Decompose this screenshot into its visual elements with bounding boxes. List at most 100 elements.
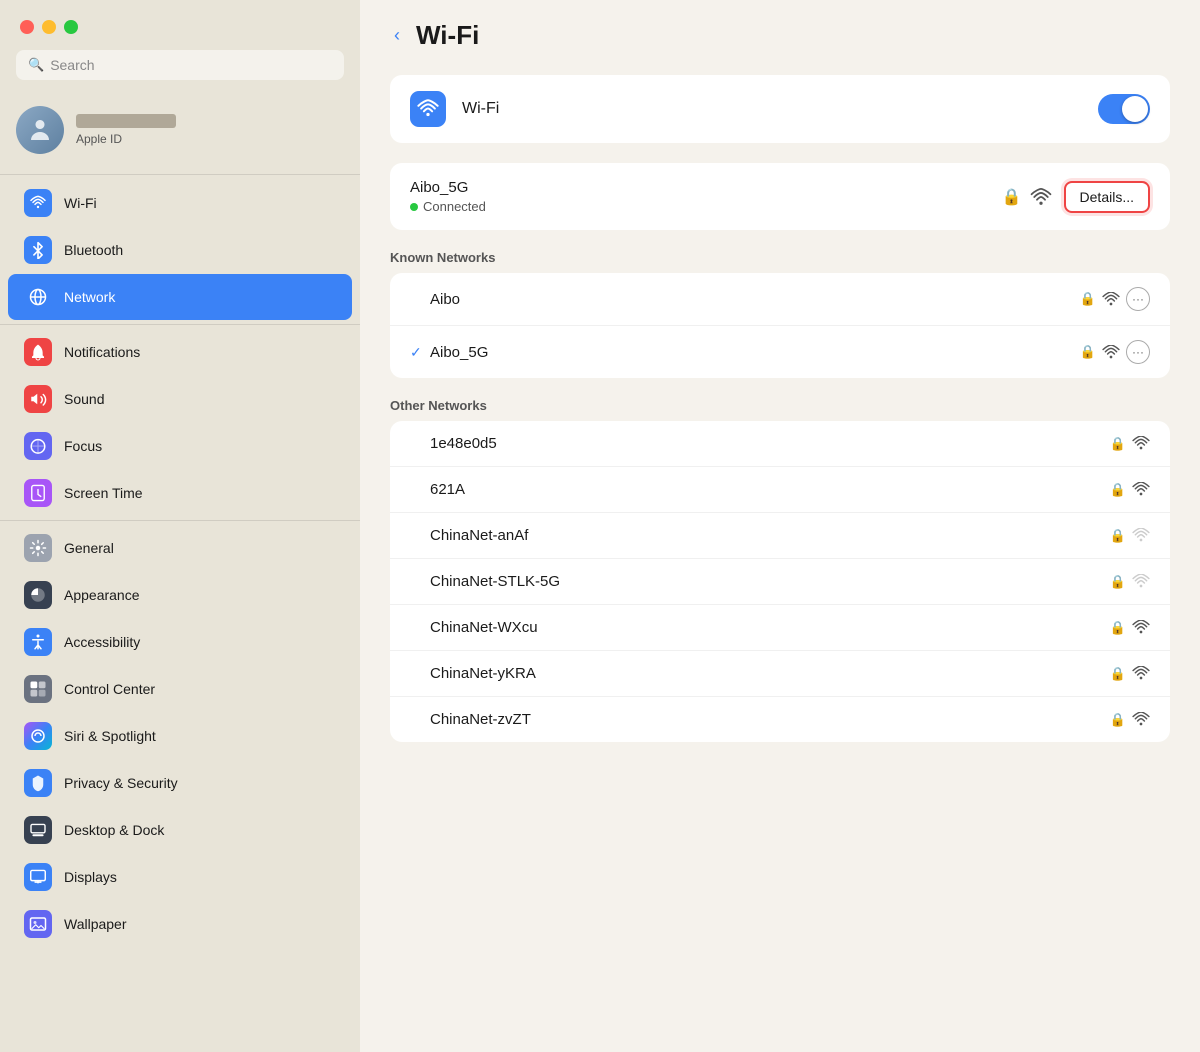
sidebar-item-privacy[interactable]: Privacy & Security <box>8 760 352 806</box>
sidebar-item-focus[interactable]: Focus <box>8 423 352 469</box>
network-row-name: ChinaNet-yKRA <box>430 665 1110 682</box>
connected-network: Aibo_5G Connected 🔒 Details... <box>410 179 1150 214</box>
maximize-button[interactable] <box>64 20 78 34</box>
network-row-icons: 🔒 <box>1110 666 1150 682</box>
other-network-row[interactable]: 621A 🔒 <box>390 467 1170 513</box>
network-row-icons: 🔒 <box>1110 712 1150 728</box>
focus-icon <box>24 432 52 460</box>
network-row-name: ChinaNet-WXcu <box>430 619 1110 636</box>
wifi-toggle-label: Wi-Fi <box>462 100 1082 118</box>
sidebar-item-label-accessibility: Accessibility <box>64 634 140 650</box>
sidebar-item-label-siri: Siri & Spotlight <box>64 728 156 744</box>
checkmark-1: ✓ <box>410 344 430 361</box>
wallpaper-icon <box>24 910 52 938</box>
lock-icon: 🔒 <box>1110 666 1126 682</box>
sidebar-item-accessibility[interactable]: Accessibility <box>8 619 352 665</box>
other-network-row[interactable]: ChinaNet-anAf 🔒 <box>390 513 1170 559</box>
lock-icon: 🔒 <box>1110 712 1126 728</box>
sidebar-item-desktopdock[interactable]: Desktop & Dock <box>8 807 352 853</box>
sidebar: 🔍 Search Apple ID Wi-Fi Bluetooth Networ… <box>0 0 360 1052</box>
sidebar-item-label-wifi: Wi-Fi <box>64 195 97 211</box>
network-row-icons: 🔒 ··· <box>1080 340 1150 364</box>
known-network-row[interactable]: ✓ Aibo_5G 🔒 ··· <box>390 326 1170 378</box>
accessibility-icon <box>24 628 52 656</box>
lock-icon: 🔒 <box>1002 187 1022 207</box>
lock-icon: 🔒 <box>1110 528 1126 544</box>
apple-id-section[interactable]: Apple ID <box>0 96 360 170</box>
wifi-icon-large <box>410 91 446 127</box>
connected-network-name-text: Aibo_5G <box>410 179 990 196</box>
sidebar-item-wifi[interactable]: Wi-Fi <box>8 180 352 226</box>
known-network-row[interactable]: Aibo 🔒 ··· <box>390 273 1170 326</box>
back-button[interactable]: ‹ <box>390 21 404 50</box>
wifi-icon <box>1132 574 1150 589</box>
divider-system <box>0 520 360 521</box>
close-button[interactable] <box>20 20 34 34</box>
screentime-icon <box>24 479 52 507</box>
apple-id-info: Apple ID <box>76 114 176 146</box>
wifi-toggle[interactable] <box>1098 94 1150 124</box>
sidebar-item-general[interactable]: General <box>8 525 352 571</box>
displays-icon <box>24 863 52 891</box>
lock-icon: 🔒 <box>1080 344 1096 360</box>
known-networks-title: Known Networks <box>390 250 1170 265</box>
sidebar-item-network[interactable]: Network <box>8 274 352 320</box>
window-controls <box>0 0 360 50</box>
page-title: Wi-Fi <box>416 20 479 51</box>
wifi-icon <box>1132 620 1150 635</box>
apple-id-name-blurred <box>76 114 176 128</box>
page-header: ‹ Wi-Fi <box>390 20 1170 51</box>
connected-network-name: Aibo_5G Connected <box>410 179 990 214</box>
sidebar-item-label-appearance: Appearance <box>64 587 140 603</box>
sidebar-item-label-network: Network <box>64 289 115 305</box>
network-row-name: ChinaNet-STLK-5G <box>430 573 1110 590</box>
toggle-knob <box>1122 96 1148 122</box>
connected-network-icons: 🔒 <box>1002 187 1052 207</box>
sidebar-item-appearance[interactable]: Appearance <box>8 572 352 618</box>
lock-icon: 🔒 <box>1110 620 1126 636</box>
wifi-icon <box>1132 712 1150 727</box>
other-network-row[interactable]: ChinaNet-WXcu 🔒 <box>390 605 1170 651</box>
sidebar-item-screentime[interactable]: Screen Time <box>8 470 352 516</box>
network-row-icons: 🔒 ··· <box>1080 287 1150 311</box>
sidebar-item-bluetooth[interactable]: Bluetooth <box>8 227 352 273</box>
sidebar-item-siri[interactable]: Siri & Spotlight <box>8 713 352 759</box>
other-network-row[interactable]: ChinaNet-STLK-5G 🔒 <box>390 559 1170 605</box>
other-network-row[interactable]: ChinaNet-yKRA 🔒 <box>390 651 1170 697</box>
sidebar-item-label-desktopdock: Desktop & Dock <box>64 822 164 838</box>
other-networks-list: 1e48e0d5 🔒 621A 🔒 ChinaNet-anAf <box>390 421 1170 742</box>
sidebar-item-label-general: General <box>64 540 114 556</box>
other-network-row[interactable]: ChinaNet-zvZT 🔒 <box>390 697 1170 742</box>
sidebar-item-controlcenter[interactable]: Control Center <box>8 666 352 712</box>
network-row-icons: 🔒 <box>1110 620 1150 636</box>
search-placeholder: Search <box>50 57 94 73</box>
apple-id-label: Apple ID <box>76 132 176 146</box>
network-row-name: Aibo <box>430 291 1080 308</box>
main-content: ‹ Wi-Fi Wi-Fi Aibo_5G Connected <box>360 0 1200 1052</box>
sidebar-item-label-sound: Sound <box>64 391 104 407</box>
search-bar[interactable]: 🔍 Search <box>16 50 344 80</box>
details-button[interactable]: Details... <box>1064 181 1150 213</box>
divider-media <box>0 324 360 325</box>
more-button[interactable]: ··· <box>1126 340 1150 364</box>
general-icon <box>24 534 52 562</box>
sound-icon <box>24 385 52 413</box>
network-row-name: 1e48e0d5 <box>430 435 1110 452</box>
network-row-name: Aibo_5G <box>430 344 1080 361</box>
network-row-icons: 🔒 <box>1110 482 1150 498</box>
network-row-icons: 🔒 <box>1110 436 1150 452</box>
sidebar-item-sound[interactable]: Sound <box>8 376 352 422</box>
notifications-icon <box>24 338 52 366</box>
wifi-toggle-section: Wi-Fi <box>390 75 1170 143</box>
other-network-row[interactable]: 1e48e0d5 🔒 <box>390 421 1170 467</box>
more-button[interactable]: ··· <box>1126 287 1150 311</box>
status-dot <box>410 203 418 211</box>
network-status: Connected <box>410 199 990 214</box>
sidebar-item-wallpaper[interactable]: Wallpaper <box>8 901 352 947</box>
appearance-icon <box>24 581 52 609</box>
sidebar-item-label-controlcenter: Control Center <box>64 681 155 697</box>
sidebar-item-displays[interactable]: Displays <box>8 854 352 900</box>
sidebar-item-notifications[interactable]: Notifications <box>8 329 352 375</box>
wifi-icon <box>1132 482 1150 497</box>
minimize-button[interactable] <box>42 20 56 34</box>
